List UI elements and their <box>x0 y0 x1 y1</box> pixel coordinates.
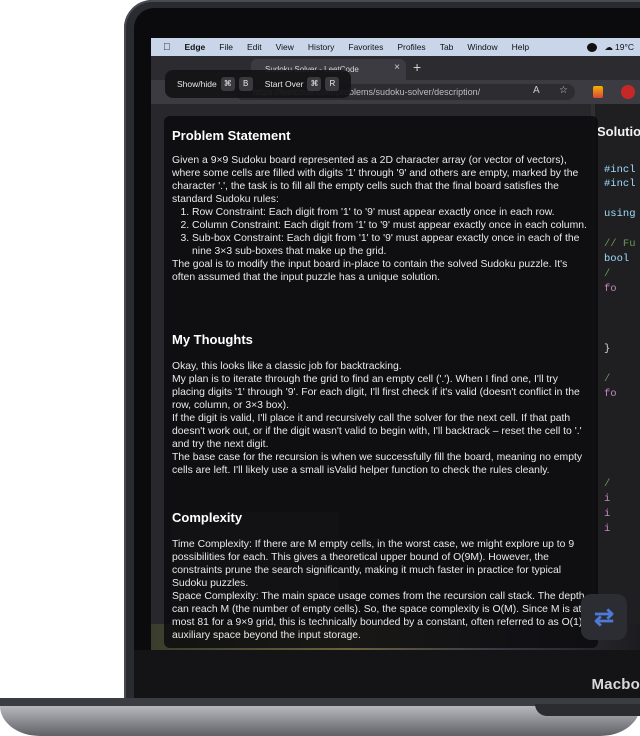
code-line: / <box>604 268 611 280</box>
weather-cloud-icon[interactable]: ☁ <box>605 42 614 53</box>
shortcut-bar: Show/hide ⌘ B Start Over ⌘ R <box>165 70 351 98</box>
apple-icon[interactable]:  <box>163 42 171 53</box>
problem-intro: Given a 9×9 Sudoku board represented as … <box>172 155 579 205</box>
code-line: / <box>604 373 611 385</box>
menu-item-view[interactable]: View <box>276 42 294 52</box>
device-brand-label: Macbo <box>591 676 640 693</box>
code-line: bool <box>604 253 630 265</box>
complexity-text: Time Complexity: If there are M empty ce… <box>172 538 590 642</box>
thought-line: My plan is to iterate through the grid t… <box>172 374 580 411</box>
code-line: } <box>604 343 611 355</box>
key-b: B <box>238 77 253 91</box>
menu-item-history[interactable]: History <box>308 42 334 52</box>
menu-item-favorites[interactable]: Favorites <box>348 42 383 52</box>
profile-badge-icon[interactable] <box>621 85 635 99</box>
show-hide-label[interactable]: Show/hide <box>177 79 217 89</box>
code-line: i <box>604 508 611 520</box>
extension-icon[interactable] <box>593 86 603 98</box>
thought-line: If the digit is valid, I'll place it and… <box>172 413 582 450</box>
key-r: R <box>325 77 340 91</box>
laptop-mockup:  Edge File Edit View History Favorites … <box>0 0 640 736</box>
read-aloud-icon[interactable]: A <box>533 85 540 96</box>
rule-item: Row Constraint: Each digit from '1' to '… <box>192 206 590 219</box>
chat-bubble-icon[interactable] <box>586 42 597 52</box>
code-line: fo <box>604 388 617 400</box>
problem-statement-heading: Problem Statement <box>172 128 291 143</box>
code-line: i <box>604 523 611 535</box>
code-line: using <box>604 208 636 220</box>
solution-heading: Solutio <box>597 124 640 139</box>
problem-outro: The goal is to modify the input board in… <box>172 259 568 283</box>
command-key-icon: ⌘ <box>307 77 322 91</box>
menu-item-tab[interactable]: Tab <box>440 42 454 52</box>
menu-item-edit[interactable]: Edit <box>247 42 262 52</box>
code-line: i <box>604 493 611 505</box>
my-thoughts-text: Okay, this looks like a classic job for … <box>172 360 590 477</box>
complexity-heading: Complexity <box>172 510 243 525</box>
thought-line: The base case for the recursion is when … <box>172 452 583 476</box>
rules-list: Row Constraint: Each digit from '1' to '… <box>172 206 590 258</box>
code-line: // Fu <box>604 238 636 250</box>
menu-bar:  Edge File Edit View History Favorites … <box>151 38 640 56</box>
weather-temperature[interactable]: 19°C <box>615 42 634 52</box>
code-line: fo <box>604 283 617 295</box>
close-tab-icon[interactable]: × <box>394 62 400 73</box>
vscode-icon[interactable]: ⇄ <box>581 594 627 640</box>
problem-statement-text: Given a 9×9 Sudoku board represented as … <box>172 154 590 284</box>
laptop-chin <box>134 650 640 698</box>
code-line: #incl <box>604 178 636 190</box>
my-thoughts-heading: My Thoughts <box>172 332 253 347</box>
assistant-overlay-panel[interactable]: Problem Statement Given a 9×9 Sudoku boa… <box>164 116 598 648</box>
menu-item-help[interactable]: Help <box>512 42 529 52</box>
command-key-icon: ⌘ <box>220 77 235 91</box>
menu-item-file[interactable]: File <box>219 42 233 52</box>
complexity-line: Space Complexity: The main space usage c… <box>172 591 585 641</box>
favorite-star-icon[interactable]: ☆ <box>559 85 568 96</box>
laptop-foot <box>535 704 640 716</box>
menu-item-profiles[interactable]: Profiles <box>397 42 425 52</box>
menu-item-edge[interactable]: Edge <box>185 42 206 52</box>
thought-line: Okay, this looks like a classic job for … <box>172 361 402 372</box>
code-line: / <box>604 478 611 490</box>
code-line: #incl <box>604 164 636 176</box>
start-over-label[interactable]: Start Over <box>265 79 304 89</box>
new-tab-icon[interactable]: + <box>413 59 421 75</box>
screen:  Edge File Edit View History Favorites … <box>151 38 640 650</box>
complexity-line: Time Complexity: If there are M empty ce… <box>172 539 575 589</box>
rule-item: Column Constraint: Each digit from '1' t… <box>192 219 590 232</box>
menu-item-window[interactable]: Window <box>467 42 497 52</box>
rule-item: Sub-box Constraint: Each digit from '1' … <box>192 232 590 258</box>
